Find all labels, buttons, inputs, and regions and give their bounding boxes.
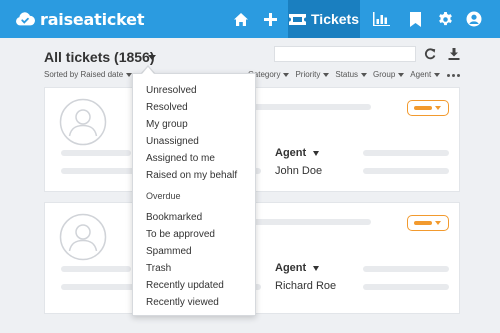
- dropdown-item-my-group[interactable]: My group: [133, 116, 255, 133]
- cloud-logo-icon: [16, 12, 35, 26]
- agent-name: Richard Roe: [275, 280, 337, 292]
- placeholder-bar: [363, 266, 449, 272]
- dropdown-heading-overdue[interactable]: Overdue: [133, 188, 255, 205]
- filter-priority[interactable]: Priority: [295, 70, 330, 79]
- ticket-view-dropdown: Unresolved Resolved My group Unassigned …: [132, 73, 256, 316]
- settings-gear-icon[interactable]: [436, 10, 454, 28]
- sort-selector[interactable]: Sorted by Raised date: [44, 70, 133, 79]
- top-navbar: raiseaticket Tickets: [0, 0, 500, 38]
- dropdown-item-to-be-approved[interactable]: To be approved: [133, 226, 255, 243]
- dropdown-item-assigned-to-me[interactable]: Assigned to me: [133, 150, 255, 167]
- agent-selector[interactable]: Agent: [275, 147, 320, 159]
- agent-name: John Doe: [275, 165, 323, 177]
- filter-group[interactable]: Group: [373, 70, 405, 79]
- placeholder-bar: [363, 150, 449, 156]
- dropdown-item-unassigned[interactable]: Unassigned: [133, 133, 255, 150]
- dropdown-item-raised-on-my-behalf[interactable]: Raised on my behalf: [133, 167, 255, 184]
- more-options-icon[interactable]: [447, 74, 462, 77]
- caret-down-icon: [434, 72, 441, 77]
- placeholder-bar: [61, 150, 131, 156]
- placeholder-bar: [363, 168, 449, 174]
- filter-bar: Category Priority Status Group Agent: [248, 70, 446, 79]
- reports-chart-icon[interactable]: [372, 10, 390, 28]
- caret-down-icon: [435, 106, 441, 110]
- dropdown-item-unresolved[interactable]: Unresolved: [133, 82, 255, 99]
- sort-label: Sorted by Raised date: [44, 70, 124, 79]
- refresh-icon[interactable]: [422, 46, 438, 62]
- nav-tickets-label: Tickets: [311, 11, 359, 27]
- app-name: raiseaticket: [40, 9, 145, 29]
- caret-down-icon: [313, 150, 320, 156]
- avatar-placeholder-icon: [59, 213, 107, 261]
- filter-status[interactable]: Status: [335, 70, 368, 79]
- page-title[interactable]: All tickets (1856): [44, 49, 155, 65]
- search-input[interactable]: [274, 46, 416, 62]
- caret-down-icon: [283, 72, 290, 77]
- download-icon[interactable]: [446, 46, 462, 62]
- dropdown-item-resolved[interactable]: Resolved: [133, 99, 255, 116]
- caret-down-icon: [435, 221, 441, 225]
- caret-down-icon: [361, 72, 368, 77]
- priority-badge[interactable]: [407, 100, 449, 116]
- avatar-placeholder-icon: [59, 98, 107, 146]
- home-icon[interactable]: [232, 10, 250, 28]
- user-profile-icon[interactable]: [465, 10, 483, 28]
- dropdown-item-trash[interactable]: Trash: [133, 260, 255, 277]
- dropdown-item-recently-updated[interactable]: Recently updated: [133, 277, 255, 294]
- priority-badge[interactable]: [407, 215, 449, 231]
- placeholder-bar: [363, 284, 449, 290]
- app-logo[interactable]: raiseaticket: [14, 7, 144, 31]
- dropdown-item-spammed[interactable]: Spammed: [133, 243, 255, 260]
- caret-down-icon: [398, 72, 405, 77]
- dropdown-item-recently-viewed[interactable]: Recently viewed: [133, 294, 255, 311]
- dropdown-pointer: [142, 67, 154, 74]
- caret-down-icon: [313, 265, 320, 271]
- placeholder-bar: [61, 266, 131, 272]
- dropdown-item-bookmarked[interactable]: Bookmarked: [133, 209, 255, 226]
- ticket-icon: [289, 13, 306, 25]
- title-dropdown-caret-icon[interactable]: [148, 55, 156, 60]
- caret-down-icon: [323, 72, 330, 77]
- filter-agent[interactable]: Agent: [410, 70, 441, 79]
- agent-selector[interactable]: Agent: [275, 262, 320, 274]
- bookmark-icon[interactable]: [406, 10, 424, 28]
- add-icon[interactable]: [261, 10, 279, 28]
- nav-tickets-tab[interactable]: Tickets: [288, 0, 360, 38]
